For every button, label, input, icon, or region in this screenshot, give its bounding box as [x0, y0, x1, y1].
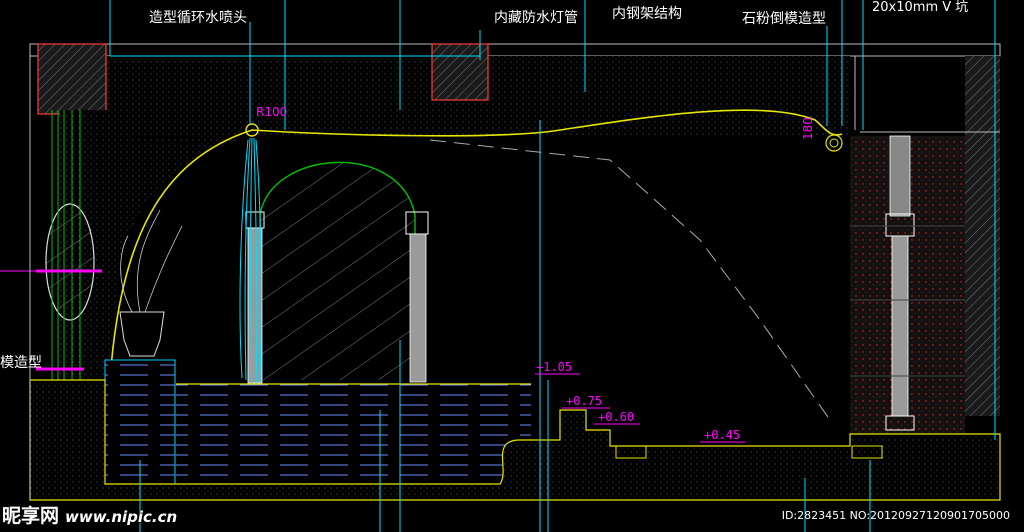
label-groove: 20x10mm V 坑 [872, 0, 969, 15]
cad-drawing-canvas [0, 0, 1001, 532]
left-hatched-block [37, 43, 107, 115]
pool-water [176, 384, 531, 482]
watermark-brand: 昵享网 www.nipic.cn [2, 501, 177, 528]
elev-045: +0.45 [704, 428, 741, 442]
elev-105: +1.05 [536, 360, 573, 374]
oval-mirror [45, 203, 95, 321]
elev-060: +0.60 [598, 410, 635, 424]
scroll-ornament [825, 134, 843, 152]
inner-arch [259, 161, 416, 380]
dim-180: 180 [801, 117, 815, 140]
label-nozzle: 造型循环水喷头 [149, 10, 247, 26]
ceiling-band [29, 43, 1001, 57]
label-stone-mold: 石粉倒模造型 [742, 11, 826, 27]
label-left-cut: 模造型 [0, 355, 42, 371]
watermark-brand-name: 昵享网 [2, 505, 60, 527]
elev-075: +0.75 [566, 394, 603, 408]
arch-outline [109, 109, 843, 381]
label-steel-frame: 内钢架结构 [612, 6, 682, 22]
label-hidden-tube: 内藏防水灯管 [494, 10, 578, 26]
watermark-url: www.nipic.cn [65, 508, 178, 526]
dim-radius: R100 [256, 105, 288, 119]
hidden-line [429, 139, 831, 421]
column-right [850, 135, 965, 448]
watermark-id: ID:2823451 NO:20120927120901705000 [781, 509, 1010, 522]
